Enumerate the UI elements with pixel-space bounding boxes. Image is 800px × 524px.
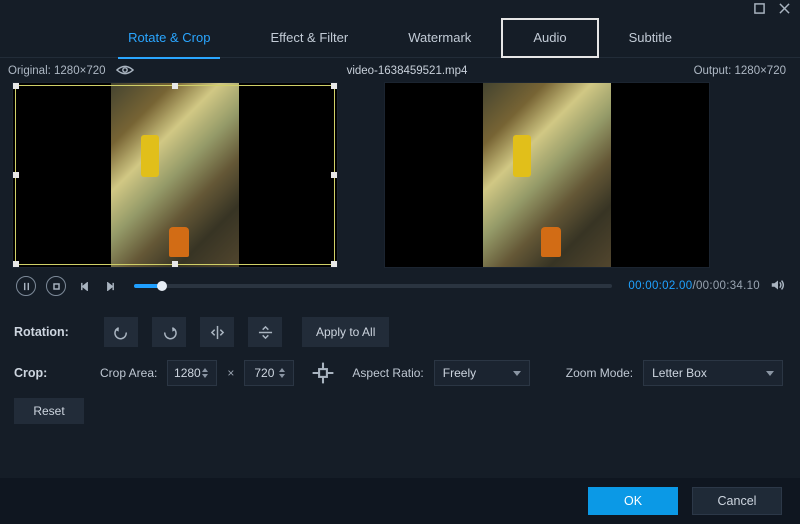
rotate-ccw-button[interactable]: [104, 317, 138, 347]
output-size-label: Output: 1280×720: [626, 65, 786, 77]
zoom-mode-value: Letter Box: [652, 366, 707, 380]
info-row: Original: 1280×720 video-1638459521.mp4 …: [0, 58, 800, 82]
preview-row: [0, 82, 800, 268]
volume-icon[interactable]: [770, 277, 786, 296]
cancel-button[interactable]: Cancel: [692, 487, 782, 515]
crop-width-value: 1280: [172, 366, 202, 380]
video-frame: [483, 83, 611, 267]
crop-handle[interactable]: [13, 172, 19, 178]
zoom-mode-label: Zoom Mode:: [566, 366, 633, 380]
crop-handle[interactable]: [331, 172, 337, 178]
flip-vertical-button[interactable]: [248, 317, 282, 347]
tab-audio[interactable]: Audio: [501, 18, 598, 58]
aspect-ratio-select[interactable]: Freely: [434, 360, 530, 386]
tab-subtitle[interactable]: Subtitle: [599, 18, 702, 58]
crop-selection[interactable]: [15, 85, 335, 265]
aspect-ratio-value: Freely: [443, 366, 476, 380]
center-crop-icon[interactable]: [310, 360, 336, 386]
rotation-label: Rotation:: [14, 325, 90, 339]
zoom-mode-select[interactable]: Letter Box: [643, 360, 783, 386]
tab-rotate-crop[interactable]: Rotate & Crop: [98, 18, 240, 58]
crop-label: Crop:: [14, 366, 90, 380]
output-preview: [384, 82, 710, 268]
original-size-label: Original: 1280×720: [8, 65, 106, 77]
width-spinner[interactable]: [202, 368, 212, 378]
apply-to-all-button[interactable]: Apply to All: [302, 317, 389, 347]
timeline-scrubber[interactable]: [134, 284, 612, 288]
crop-handle[interactable]: [331, 261, 337, 267]
tab-watermark[interactable]: Watermark: [378, 18, 501, 58]
rotate-cw-button[interactable]: [152, 317, 186, 347]
source-preview[interactable]: [12, 82, 338, 268]
stop-button[interactable]: [46, 276, 66, 296]
eye-icon[interactable]: [116, 64, 134, 79]
crop-handle[interactable]: [331, 83, 337, 89]
crop-handle[interactable]: [13, 261, 19, 267]
crop-section: Crop: Crop Area: 1280 × 720 Aspect Ratio…: [0, 350, 800, 386]
reset-button[interactable]: Reset: [14, 398, 84, 424]
crop-height-value: 720: [249, 366, 279, 380]
close-icon[interactable]: [779, 3, 790, 17]
chevron-down-icon: [766, 371, 774, 376]
crop-area-label: Crop Area:: [100, 366, 157, 380]
height-spinner[interactable]: [279, 368, 289, 378]
crop-height-input[interactable]: 720: [244, 360, 294, 386]
timecode: 00:00:02.00/00:00:34.10: [628, 280, 760, 292]
filename-label: video-1638459521.mp4: [188, 65, 626, 77]
flip-horizontal-button[interactable]: [200, 317, 234, 347]
title-bar: [0, 0, 800, 18]
ok-button[interactable]: OK: [588, 487, 678, 515]
next-frame-button[interactable]: [102, 278, 118, 294]
maximize-icon[interactable]: [754, 3, 765, 17]
footer: OK Cancel: [0, 478, 800, 524]
crop-handle[interactable]: [13, 83, 19, 89]
rotation-section: Rotation: Apply to All: [0, 298, 800, 350]
aspect-ratio-label: Aspect Ratio:: [352, 366, 423, 380]
chevron-down-icon: [513, 371, 521, 376]
timeline-knob[interactable]: [157, 281, 167, 291]
crop-handle[interactable]: [172, 83, 178, 89]
crop-handle[interactable]: [172, 261, 178, 267]
crop-width-input[interactable]: 1280: [167, 360, 217, 386]
multiply-symbol: ×: [227, 366, 234, 380]
prev-frame-button[interactable]: [76, 278, 92, 294]
tab-effect-filter[interactable]: Effect & Filter: [240, 18, 378, 58]
time-current: 00:00:02.00: [628, 280, 692, 292]
pause-button[interactable]: [16, 276, 36, 296]
tab-bar: Rotate & Crop Effect & Filter Watermark …: [0, 18, 800, 58]
time-total: 00:00:34.10: [696, 280, 760, 292]
playback-controls: 00:00:02.00/00:00:34.10: [0, 268, 800, 298]
